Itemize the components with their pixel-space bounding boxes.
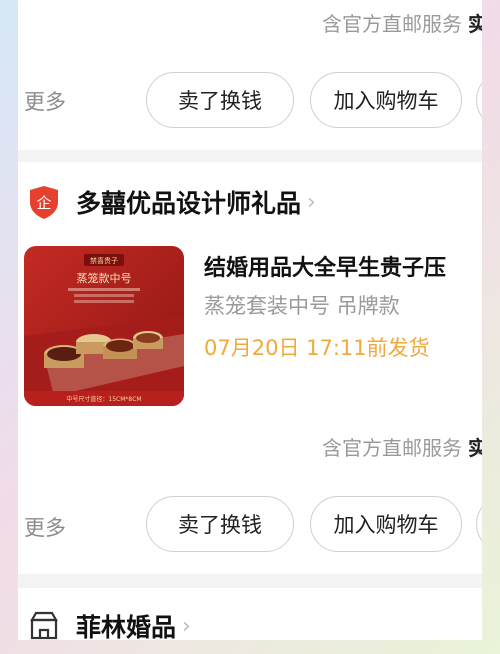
chevron-right-icon: › xyxy=(307,189,316,215)
order-card: 企 多囍优品设计师礼品 › 禁喜贵子 蒸笼款中号 中号尺寸直径：15CM*8CM… xyxy=(18,162,482,574)
store-icon xyxy=(30,611,58,640)
service-text: 含官方直邮服务 xyxy=(322,12,462,36)
sell-button[interactable]: 卖了换钱 xyxy=(146,72,294,128)
sell-button[interactable]: 卖了换钱 xyxy=(146,496,294,552)
enterprise-shop-icon: 企 xyxy=(30,186,58,219)
shop-badge-text: 企 xyxy=(36,194,51,212)
image-caption-bottom: 中号尺寸直径：15CM*8CM xyxy=(66,395,141,403)
more-button[interactable]: 更多 xyxy=(24,512,66,542)
product-spec: 蒸笼套装中号 吊牌款 xyxy=(204,294,400,318)
shop-name: 多囍优品设计师礼品 xyxy=(76,189,302,218)
more-action-button[interactable] xyxy=(476,72,482,128)
service-suffix: 实 xyxy=(468,436,482,460)
direct-mail-service: 含官方直邮服务实 xyxy=(322,432,482,461)
more-action-button[interactable] xyxy=(476,496,482,552)
shop-name: 菲林婚品 xyxy=(76,613,177,640)
add-to-cart-button[interactable]: 加入购物车 xyxy=(310,496,462,552)
image-caption-main: 蒸笼款中号 xyxy=(77,271,132,285)
image-caption-top: 禁喜贵子 xyxy=(90,256,118,265)
service-text: 含官方直邮服务 xyxy=(322,436,462,460)
shop-header[interactable]: 菲林婚品 › xyxy=(26,608,191,640)
order-card-previous: 含官方直邮服务实 更多 卖了换钱 加入购物车 xyxy=(18,0,482,150)
order-list: 含官方直邮服务实 更多 卖了换钱 加入购物车 企 多囍优品设计师礼品 › 禁喜贵… xyxy=(18,0,482,640)
chevron-right-icon: › xyxy=(182,613,191,639)
product-image[interactable]: 禁喜贵子 蒸笼款中号 中号尺寸直径：15CM*8CM xyxy=(24,246,184,406)
order-card-next: 菲林婚品 › xyxy=(18,588,482,640)
service-suffix: 实 xyxy=(468,12,482,36)
shop-header[interactable]: 企 多囍优品设计师礼品 › xyxy=(26,184,316,220)
product-photo: 禁喜贵子 蒸笼款中号 中号尺寸直径：15CM*8CM xyxy=(24,246,184,406)
direct-mail-service: 含官方直邮服务实 xyxy=(322,8,482,37)
more-button[interactable]: 更多 xyxy=(24,86,66,116)
ship-time: 07月20日 17:11前发货 xyxy=(204,336,430,360)
add-to-cart-button[interactable]: 加入购物车 xyxy=(310,72,462,128)
product-title[interactable]: 结婚用品大全早生贵子压 xyxy=(204,250,446,282)
